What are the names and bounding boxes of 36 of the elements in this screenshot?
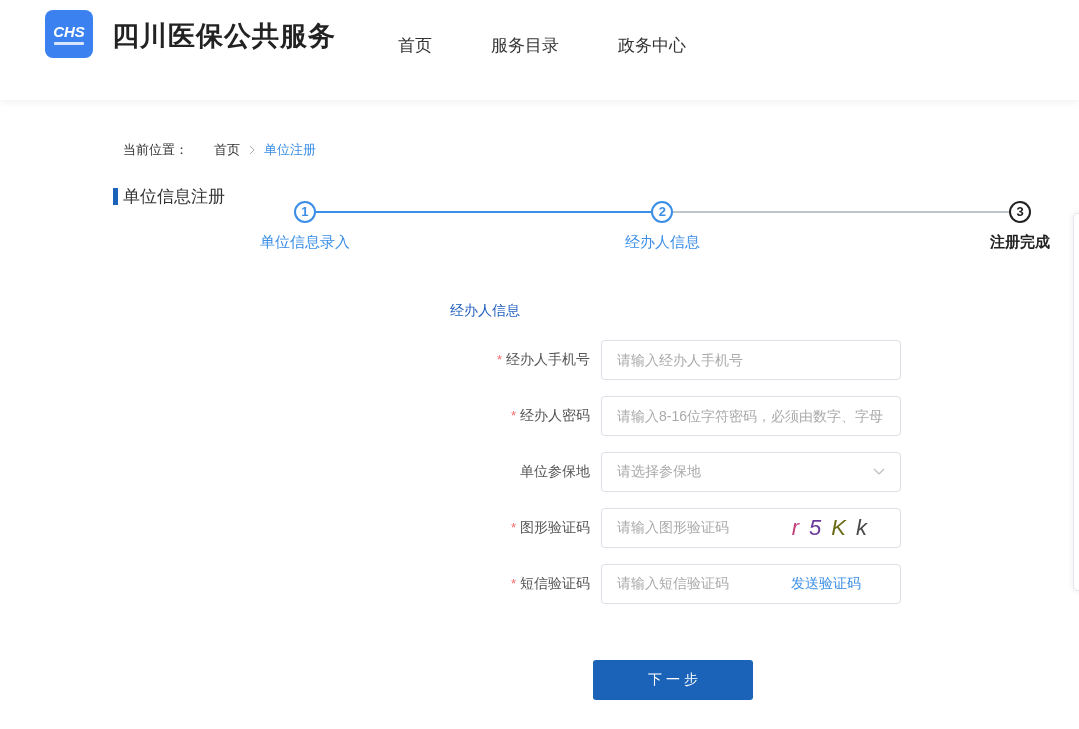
step-number: 1: [293, 201, 316, 223]
nav-link[interactable]: 首页: [398, 33, 432, 59]
step-label: 注册完成: [990, 232, 1051, 252]
field-label: 单位参保地: [520, 462, 590, 481]
breadcrumb-label: 当前位置：: [123, 141, 188, 159]
required-mark: *: [496, 350, 502, 369]
captcha-field[interactable]: 请输入图形验证码 r 5 K k: [601, 507, 901, 548]
next-button[interactable]: 下 一 步: [593, 659, 753, 700]
step-label: 单位信息录入: [259, 232, 350, 252]
required-mark: *: [510, 406, 516, 425]
captcha-image[interactable]: r 5 K k: [791, 511, 867, 544]
input-field[interactable]: 请输入8-16位字符密码，必须由数字、字母: [601, 395, 901, 436]
field-label: 短信验证码: [520, 574, 590, 593]
step-number: 3: [1009, 201, 1032, 223]
input-field[interactable]: 请输入经办人手机号: [601, 339, 901, 380]
field-label: 经办人密码: [520, 406, 590, 425]
nav-link[interactable]: 政务中心: [618, 33, 686, 59]
chevron-down-icon: [873, 467, 885, 476]
required-mark: *: [510, 518, 516, 537]
page-title: 单位信息注册: [123, 185, 225, 208]
field-label: 图形验证码: [520, 518, 590, 537]
field-label: 经办人手机号: [506, 350, 590, 369]
breadcrumb-link[interactable]: 单位注册: [264, 140, 316, 160]
title-accent-bar: [113, 187, 118, 205]
step-label: 经办人信息: [625, 232, 700, 252]
breadcrumb-link[interactable]: 首页: [214, 140, 240, 160]
logo-stripe: [54, 41, 84, 45]
logo-text: CHS: [53, 23, 85, 39]
section-title: 经办人信息: [450, 301, 520, 318]
chevron-right-icon: [249, 144, 255, 155]
required-mark: *: [510, 574, 516, 593]
step-number: 2: [651, 201, 674, 223]
site-title: 四川医保公共服务: [112, 20, 336, 53]
send-code-link[interactable]: 发送验证码: [791, 573, 861, 594]
sms-code-field[interactable]: 请输入短信验证码 发送验证码: [601, 563, 901, 604]
nav-link[interactable]: 服务目录: [491, 33, 559, 59]
